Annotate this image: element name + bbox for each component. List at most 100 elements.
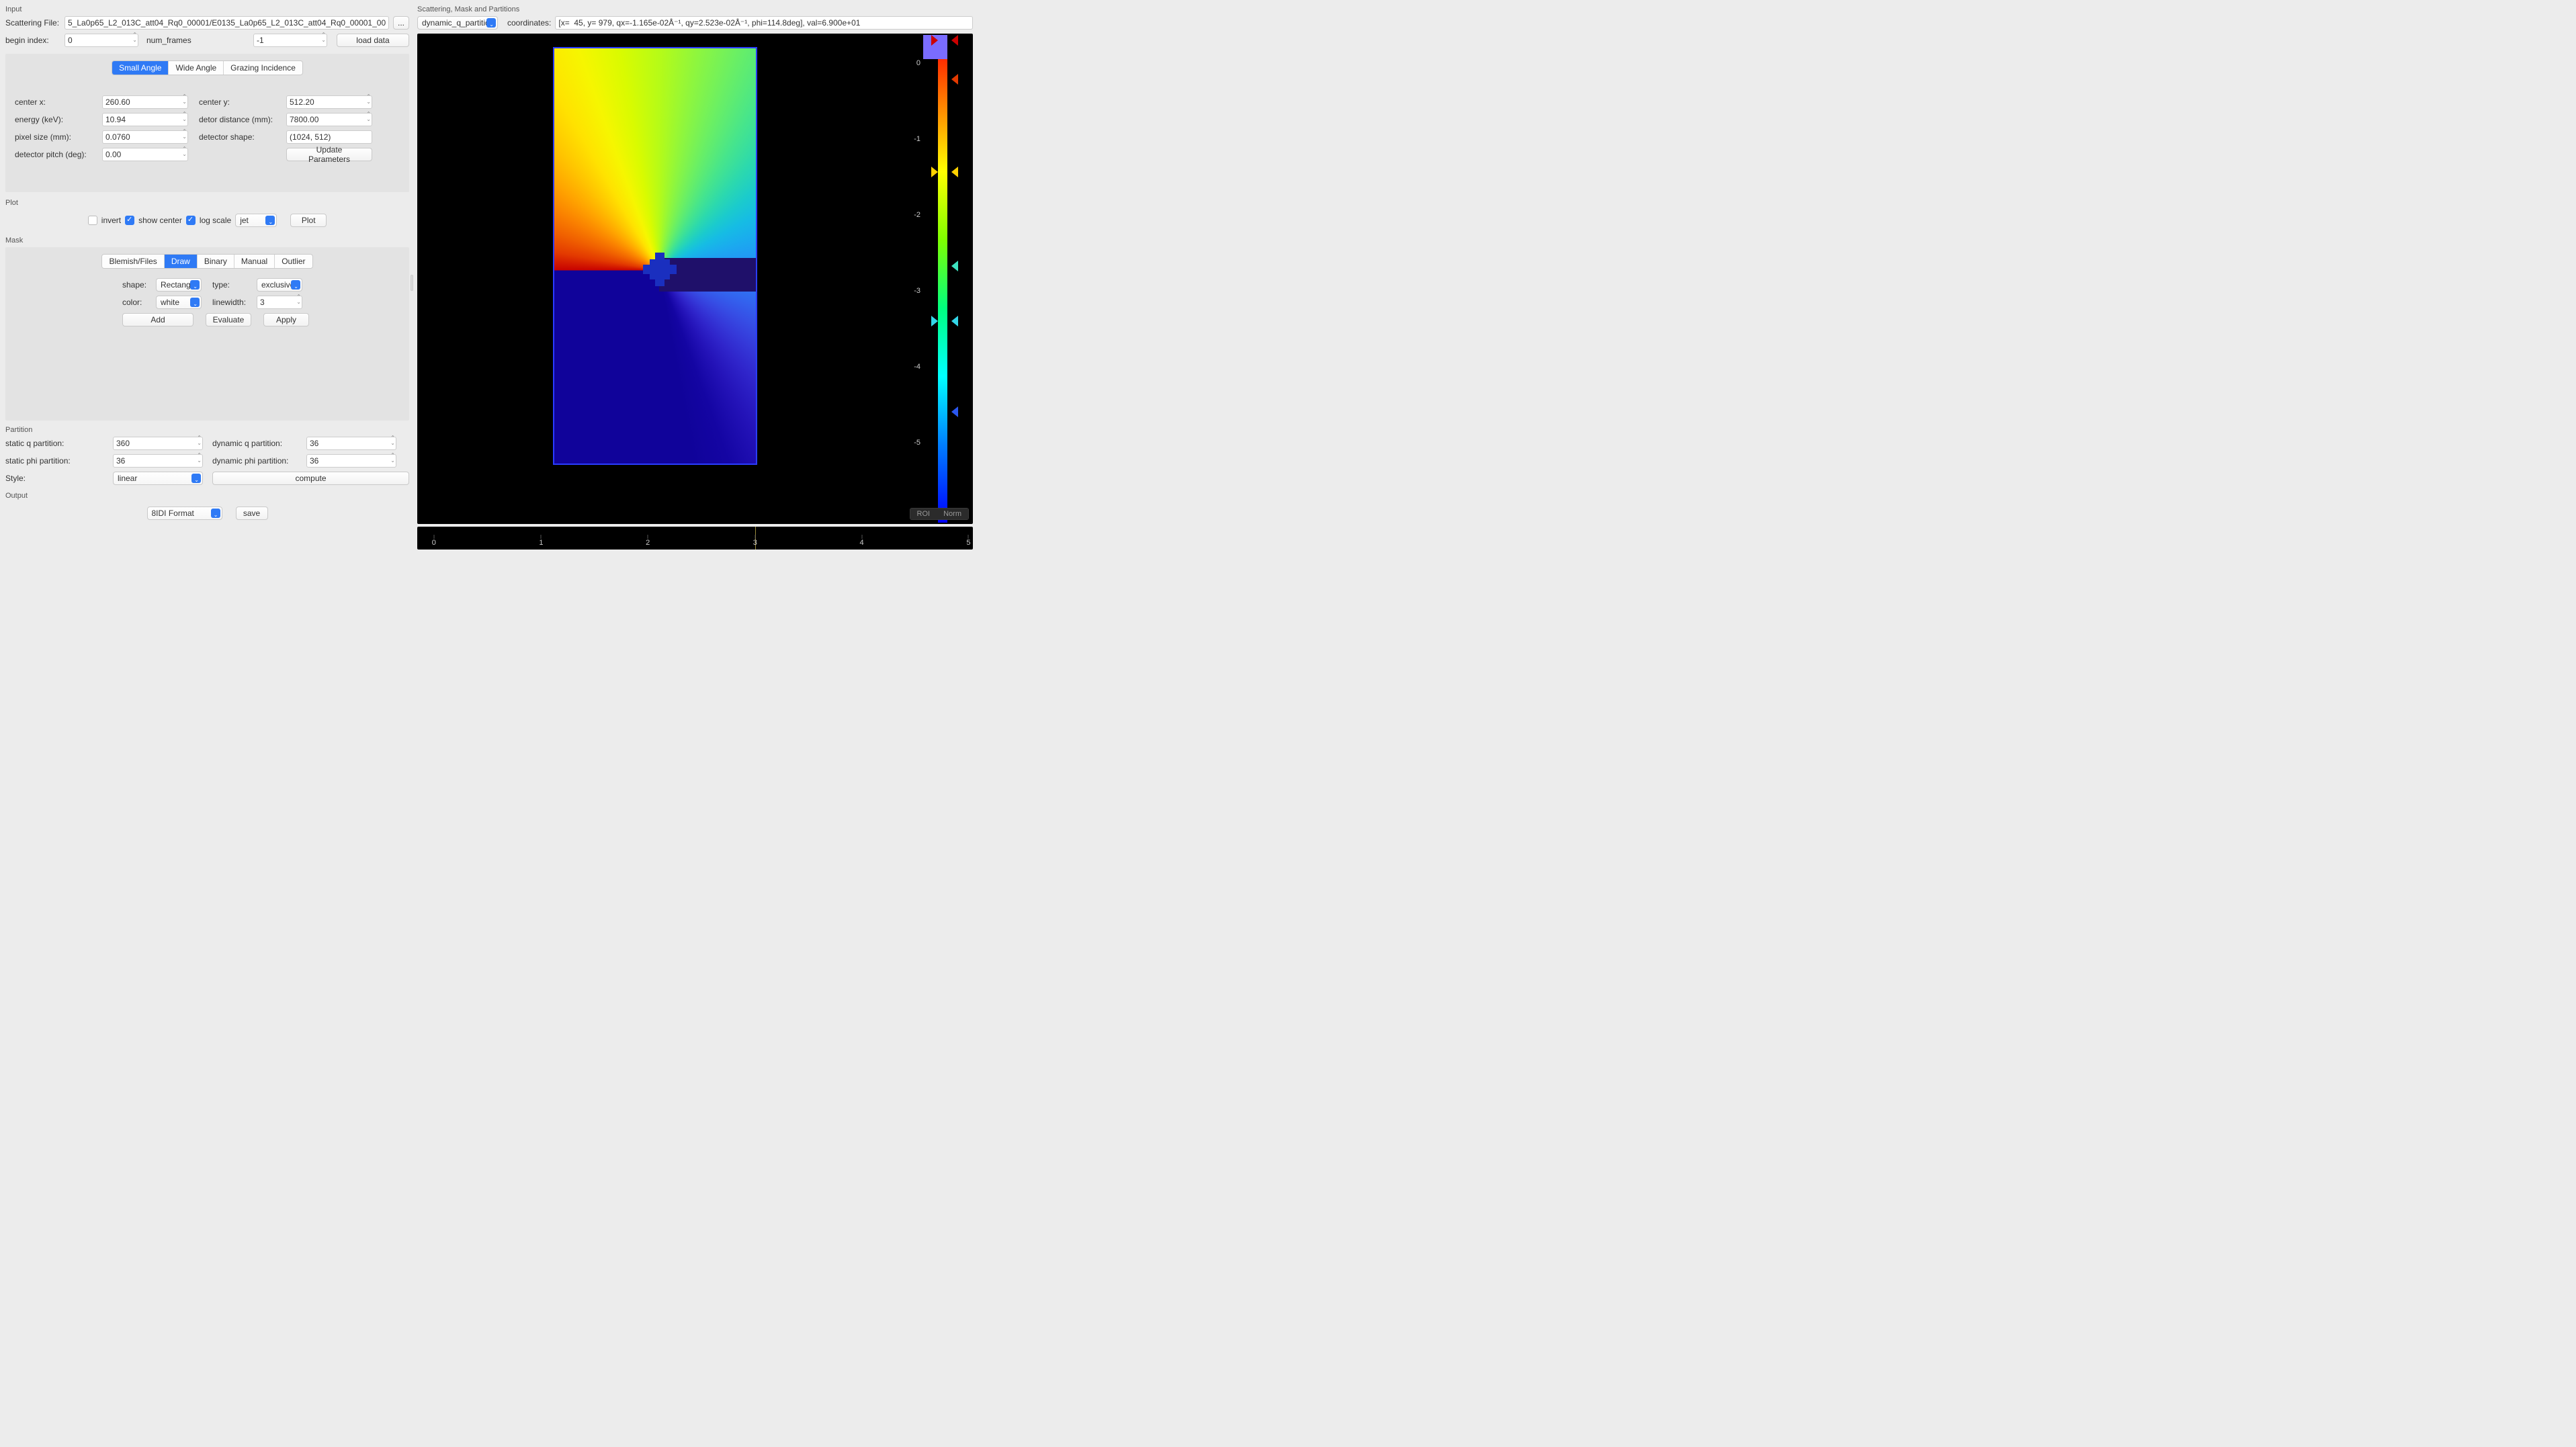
detshape-label: detector shape: — [199, 132, 282, 142]
num-frames-field[interactable] — [253, 34, 327, 47]
y-tick: -1 — [914, 135, 920, 143]
tab-small-angle[interactable]: Small Angle — [112, 61, 169, 75]
x-tick: 0 — [432, 539, 436, 547]
pixsize-field[interactable] — [102, 130, 188, 144]
compute-button[interactable]: compute — [212, 472, 409, 485]
log-scale-label: log scale — [200, 216, 231, 225]
tab-blemish[interactable]: Blemish/Files — [102, 255, 164, 268]
type-select[interactable]: exclusive — [257, 278, 302, 292]
add-button[interactable]: Add — [122, 313, 194, 326]
num-frames-label: num_frames — [146, 36, 191, 45]
tab-binary[interactable]: Binary — [198, 255, 234, 268]
splitter-handle[interactable] — [411, 275, 413, 291]
x-tick: 3 — [753, 539, 757, 547]
dpp-field[interactable] — [306, 454, 396, 468]
input-section-label: Input — [5, 5, 409, 13]
coordinates-field — [555, 16, 973, 30]
log-scale-checkbox[interactable] — [186, 216, 196, 225]
y-tick: -5 — [914, 439, 920, 447]
browse-button[interactable]: ... — [393, 16, 409, 30]
mode-tabs: Small Angle Wide Angle Grazing Incidence — [112, 60, 303, 75]
tab-grazing-incidence[interactable]: Grazing Incidence — [224, 61, 302, 75]
invert-label: invert — [101, 216, 121, 225]
colorbar-handle-max[interactable] — [931, 35, 938, 46]
view-select[interactable]: dynamic_q_partition — [417, 16, 498, 30]
output-section-label: Output — [5, 492, 409, 500]
x-tick: 5 — [966, 539, 970, 547]
center-y-field[interactable] — [286, 95, 372, 109]
partition-section-label: Partition — [5, 426, 409, 434]
tab-manual[interactable]: Manual — [234, 255, 275, 268]
mask-section-label: Mask — [5, 236, 409, 245]
plot-section-label: Plot — [5, 199, 409, 207]
evaluate-button[interactable]: Evaluate — [206, 313, 251, 326]
dpp-label: dynamic phi partition: — [212, 456, 302, 466]
color-select[interactable]: white — [156, 296, 202, 309]
detshape-field[interactable] — [286, 130, 372, 144]
colormap-select[interactable]: jet — [235, 214, 277, 227]
apply-button[interactable]: Apply — [263, 313, 309, 326]
colorbar-tick-icon — [951, 74, 958, 85]
scattering-file-field[interactable] — [65, 16, 389, 30]
right-title: Scattering, Mask and Partitions — [417, 5, 973, 13]
center-x-field[interactable] — [102, 95, 188, 109]
x-tick: 1 — [539, 539, 543, 547]
x-tick: 4 — [860, 539, 864, 547]
y-tick: -4 — [914, 363, 920, 371]
spp-field[interactable] — [113, 454, 203, 468]
dqp-label: dynamic q partition: — [212, 439, 302, 448]
y-tick: 0 — [916, 59, 920, 67]
colorbar[interactable] — [938, 35, 947, 523]
format-select[interactable]: 8IDI Format — [147, 507, 222, 520]
y-tick: -2 — [914, 211, 920, 219]
type-label: type: — [212, 280, 253, 290]
tab-wide-angle[interactable]: Wide Angle — [169, 61, 224, 75]
detdist-label: detor distance (mm): — [199, 115, 282, 124]
linewidth-field[interactable] — [257, 296, 302, 309]
show-center-checkbox[interactable] — [125, 216, 134, 225]
tab-draw[interactable]: Draw — [165, 255, 198, 268]
coordinates-label: coordinates: — [507, 18, 551, 28]
plus-icon: + — [656, 262, 662, 274]
y-tick: -3 — [914, 287, 920, 295]
begin-index-field[interactable] — [65, 34, 138, 47]
colorbar-tick-icon — [951, 261, 958, 271]
invert-checkbox[interactable] — [88, 216, 97, 225]
detdist-field[interactable] — [286, 113, 372, 126]
update-parameters-button[interactable]: Update Parameters — [286, 148, 372, 161]
colorbar-tick-icon — [951, 406, 958, 417]
tab-outlier[interactable]: Outlier — [275, 255, 312, 268]
color-label: color: — [122, 298, 152, 307]
dark-band — [659, 258, 756, 291]
center-y-label: center y: — [199, 97, 282, 107]
style-select[interactable]: linear — [113, 472, 203, 485]
x-tick: 2 — [646, 539, 650, 547]
roi-norm-toggle: ROI Norm — [910, 508, 969, 520]
mask-tabs: Blemish/Files Draw Binary Manual Outlier — [101, 254, 312, 269]
plot-button[interactable]: Plot — [290, 214, 327, 227]
x-axis-strip[interactable]: 0 1 2 3 4 5 — [417, 527, 973, 550]
detpitch-field[interactable] — [102, 148, 188, 161]
linewidth-label: linewidth: — [212, 298, 253, 307]
beam-center-marker[interactable]: + — [650, 259, 670, 279]
shape-select[interactable]: Rectangle — [156, 278, 202, 292]
style-label: Style: — [5, 474, 109, 483]
shape-label: shape: — [122, 280, 152, 290]
dqp-field[interactable] — [306, 437, 396, 450]
detector-image[interactable]: + — [553, 47, 757, 465]
plot-canvas[interactable]: + 0 -1 -2 -3 -4 -5 ROI Nor — [417, 34, 973, 524]
colorbar-handle-max[interactable] — [951, 35, 958, 46]
load-data-button[interactable]: load data — [337, 34, 409, 47]
detpitch-label: detector pitch (deg): — [15, 150, 98, 159]
spp-label: static phi partition: — [5, 456, 109, 466]
save-button[interactable]: save — [236, 507, 268, 520]
roi-button[interactable]: ROI — [910, 509, 937, 519]
show-center-label: show center — [138, 216, 182, 225]
pixsize-label: pixel size (mm): — [15, 132, 98, 142]
sqp-field[interactable] — [113, 437, 203, 450]
colorbar-tick-icon — [931, 167, 938, 177]
norm-button[interactable]: Norm — [937, 509, 968, 519]
sqp-label: static q partition: — [5, 439, 109, 448]
energy-field[interactable] — [102, 113, 188, 126]
scattering-file-label: Scattering File: — [5, 18, 60, 28]
